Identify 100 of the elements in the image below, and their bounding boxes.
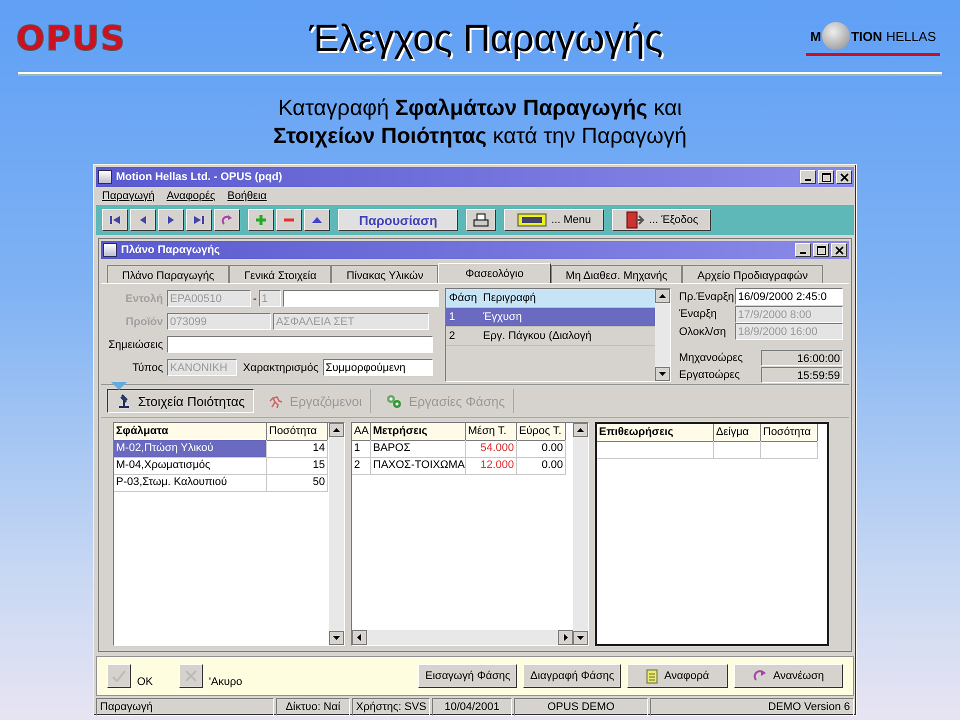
first-record-button[interactable] <box>102 209 128 231</box>
maximize-icon <box>822 172 830 182</box>
table-cell: 54.000 <box>466 440 517 458</box>
column-header[interactable]: Φάση <box>446 292 483 304</box>
next-button[interactable] <box>158 209 184 231</box>
print-button[interactable] <box>466 209 496 231</box>
field-label: Πρ.Έναρξη <box>679 290 734 303</box>
column-header[interactable]: ΑΑ <box>352 423 371 441</box>
status-panel: 10/04/2001 <box>432 698 512 716</box>
previous-button[interactable] <box>130 209 156 231</box>
table-cell[interactable] <box>761 441 818 459</box>
tab[interactable]: Πίνακας Υλικών <box>331 265 438 283</box>
section-tab[interactable]: Στοιχεία Ποιότητας <box>107 389 254 413</box>
close-button[interactable] <box>836 170 852 184</box>
table-cell: 15 <box>267 457 328 475</box>
gears-icon <box>384 393 403 409</box>
phase-row[interactable]: 2 Εργ. Πάγκου (Διαλογή <box>446 327 655 346</box>
scroll-left-icon[interactable] <box>352 630 367 645</box>
plus-icon <box>255 214 267 226</box>
status-panel: Χρήστης: SVS <box>352 698 430 716</box>
scroll-down-icon[interactable] <box>573 631 588 645</box>
status-panel: Δίκτυο: Ναί <box>276 698 350 716</box>
up-button[interactable] <box>304 209 330 231</box>
add-button[interactable] <box>248 209 274 231</box>
minimize-button[interactable] <box>795 243 811 257</box>
close-button[interactable] <box>831 243 847 257</box>
presentation-button[interactable]: Παρουσίαση <box>338 209 458 231</box>
close-icon <box>834 246 844 254</box>
action-button[interactable]: Ανανέωση <box>734 664 843 688</box>
scroll-up-icon[interactable] <box>573 423 588 437</box>
column-header[interactable]: Ποσότητα <box>267 423 328 441</box>
cross-icon <box>184 670 197 682</box>
scroll-right-icon[interactable] <box>558 630 573 645</box>
ok-label: OK <box>137 676 153 688</box>
column-header[interactable]: Μετρήσεις <box>371 423 466 441</box>
field-label: Χαρακτηρισμός <box>243 362 319 374</box>
menu-item[interactable]: Παραγωγή <box>102 190 155 202</box>
column-header[interactable]: Περιγραφή <box>483 292 536 304</box>
scrollbar[interactable] <box>655 289 670 381</box>
folder-icon <box>517 212 548 228</box>
expand-arrow-icon[interactable] <box>111 382 127 390</box>
tab[interactable]: Μη Διαθεσ. Μηχανής <box>550 265 682 283</box>
motion-hellas-logo: M TION HELLAS <box>806 22 940 56</box>
scroll-up-icon[interactable] <box>655 289 670 303</box>
phase-row[interactable]: 1 Έγχυση <box>446 308 655 327</box>
microscope-icon <box>116 393 132 409</box>
minimize-button[interactable] <box>800 170 816 184</box>
table-cell[interactable]: P-03,Στωμ. Καλουπιού <box>114 474 267 492</box>
action-button[interactable]: Αναφορά <box>627 664 728 688</box>
scrollbar[interactable] <box>352 630 573 645</box>
scrollbar[interactable] <box>329 423 344 645</box>
date-field[interactable]: 16/09/2000 2:45:0 <box>735 288 843 306</box>
tab[interactable]: Πλάνο Παραγωγής <box>107 265 230 283</box>
exit-button[interactable]: ... Έξοδος <box>612 209 712 231</box>
slide-subtitle: Καταγραφή Σφαλμάτων Παραγωγής και Στοιχείων Ποιότητας κατά την Παραγωγή <box>272 94 688 150</box>
checkmark-icon <box>112 670 126 682</box>
scroll-up-icon[interactable] <box>329 423 344 437</box>
scroll-down-icon[interactable] <box>329 631 344 645</box>
refresh-icon <box>753 669 768 683</box>
tab[interactable]: Αρχείο Προδιαγραφών <box>682 265 823 283</box>
status-panel: OPUS DEMO <box>514 698 648 716</box>
table-cell[interactable] <box>714 441 761 459</box>
table-cell: 2 <box>352 457 371 475</box>
maximize-button[interactable] <box>813 243 829 257</box>
table-cell: 0.00 <box>517 457 566 475</box>
remove-button[interactable] <box>276 209 302 231</box>
characterization-field[interactable]: Συμμορφούμενη <box>322 359 433 376</box>
scroll-down-icon[interactable] <box>655 367 670 381</box>
triangle-up-icon <box>311 215 323 225</box>
refresh-button[interactable] <box>214 209 240 231</box>
input-field[interactable] <box>282 290 439 307</box>
table-cell[interactable] <box>597 441 714 459</box>
maximize-button[interactable] <box>818 170 834 184</box>
menu-item[interactable]: Αναφορές <box>166 190 216 202</box>
column-header[interactable]: Σφάλματα <box>114 423 267 441</box>
door-exit-icon <box>625 211 646 229</box>
last-record-button[interactable] <box>186 209 212 231</box>
scrollbar[interactable] <box>573 423 588 645</box>
column-header[interactable]: Εύρος Τ. <box>517 423 566 441</box>
table-cell[interactable]: M-02,Πτώση Υλικού <box>114 440 267 458</box>
status-panel: DEMO Version 6 <box>650 698 854 716</box>
action-button[interactable]: Διαγραφή Φάσης <box>523 664 622 688</box>
table-cell[interactable]: M-04,Χρωματισμός <box>114 457 267 475</box>
column-header[interactable]: Επιθεωρήσεις <box>597 424 714 442</box>
notes-field[interactable] <box>167 336 433 353</box>
field-label: Ολοκλ/ση <box>679 326 726 338</box>
table-cell: 1 <box>352 440 371 458</box>
tab[interactable]: Γενικά Στοιχεία <box>229 265 332 283</box>
field-label: Τύπος <box>131 362 163 374</box>
column-header[interactable]: Μέση Τ. <box>466 423 517 441</box>
window-title: Motion Hellas Ltd. - OPUS (pqd) <box>116 171 284 183</box>
menu-button[interactable]: ... Menu <box>504 209 604 231</box>
table-cell: 0.00 <box>517 440 566 458</box>
column-header[interactable]: Ποσότητα <box>761 424 818 442</box>
table-cell: 14 <box>267 440 328 458</box>
menu-item[interactable]: Βοήθεια <box>227 190 267 202</box>
tab[interactable]: Φασεολόγιο <box>438 263 551 283</box>
action-button[interactable]: Εισαγωγή Φάσης <box>418 664 518 688</box>
column-header[interactable]: Δείγμα <box>714 424 761 442</box>
table-cell: ΠΑΧΟΣ-ΤΟΙΧΩΜΑ <box>371 457 466 475</box>
